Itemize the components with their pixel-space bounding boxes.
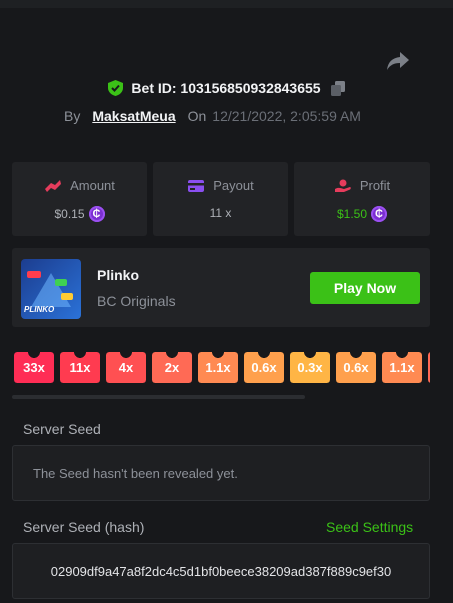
multiplier-row: 33x 11x 4x 2x 1.1x 0.6x 0.3x 0.6x 1.1x [12,352,430,384]
multiplier-chip: 11x [60,352,100,383]
multiplier-chip: 33x [14,352,54,383]
stat-value: $0.15 [54,207,85,221]
stat-label: Profit [359,178,391,193]
horizontal-scrollbar[interactable] [12,395,305,399]
stat-label: Payout [213,178,254,193]
multiplier-chip: 1.1x [198,352,238,383]
stat-card-profit: Profit $1.50 ₵ [294,162,430,236]
play-now-button[interactable]: Play Now [310,272,420,304]
multiplier-chip: 0.6x [244,352,284,383]
seed-settings-link[interactable]: Seed Settings [326,519,413,535]
multiplier-chip [428,352,430,383]
copy-icon[interactable] [330,80,345,96]
bet-meta: By MaksatMeua On 12/21/2022, 2:05:59 AM [64,108,361,124]
stat-value: $1.50 [336,207,368,221]
multiplier-chip: 1.1x [382,352,422,383]
multiplier-chip: 4x [106,352,146,383]
game-card: PLINKO Plinko BC Originals Play Now [12,248,430,327]
top-strip [0,0,453,8]
by-label: By [64,108,81,124]
server-seed-hash-label: Server Seed (hash) [23,519,145,535]
amount-icon [45,179,62,192]
coin-icon: ₵ [88,206,105,222]
on-label: On [187,108,207,124]
game-name: Plinko [97,267,140,283]
server-seed-hash-field[interactable]: 02909df9a47a8f2dc4c5d1bf0beece38209ad387… [12,543,430,599]
stat-value: 11 x [209,206,232,220]
multiplier-chip: 2x [152,352,192,383]
game-thumbnail[interactable]: PLINKO [21,259,81,319]
stat-card-payout: Payout 11 x [153,162,288,236]
stat-card-amount: Amount $0.15 ₵ [12,162,147,236]
server-seed-label: Server Seed [23,421,101,437]
bet-date: 12/21/2022, 2:05:59 AM [212,108,361,124]
bet-id-row: Bet ID: 103156850932843655 [0,80,453,96]
game-provider: BC Originals [97,293,176,309]
stat-label: Amount [70,178,115,193]
payout-icon [188,179,205,192]
multiplier-chip: 0.3x [290,352,330,383]
bet-id: Bet ID: 103156850932843655 [131,80,321,96]
coin-icon: ₵ [371,206,388,222]
thumbnail-label: PLINKO [24,305,55,314]
share-icon[interactable] [386,50,410,72]
multiplier-chip: 0.6x [336,352,376,383]
username-link[interactable]: MaksatMeua [92,108,175,124]
server-seed-field: The Seed hasn't been revealed yet. [12,445,430,501]
shield-check-icon [108,80,124,96]
profit-icon [334,179,351,192]
